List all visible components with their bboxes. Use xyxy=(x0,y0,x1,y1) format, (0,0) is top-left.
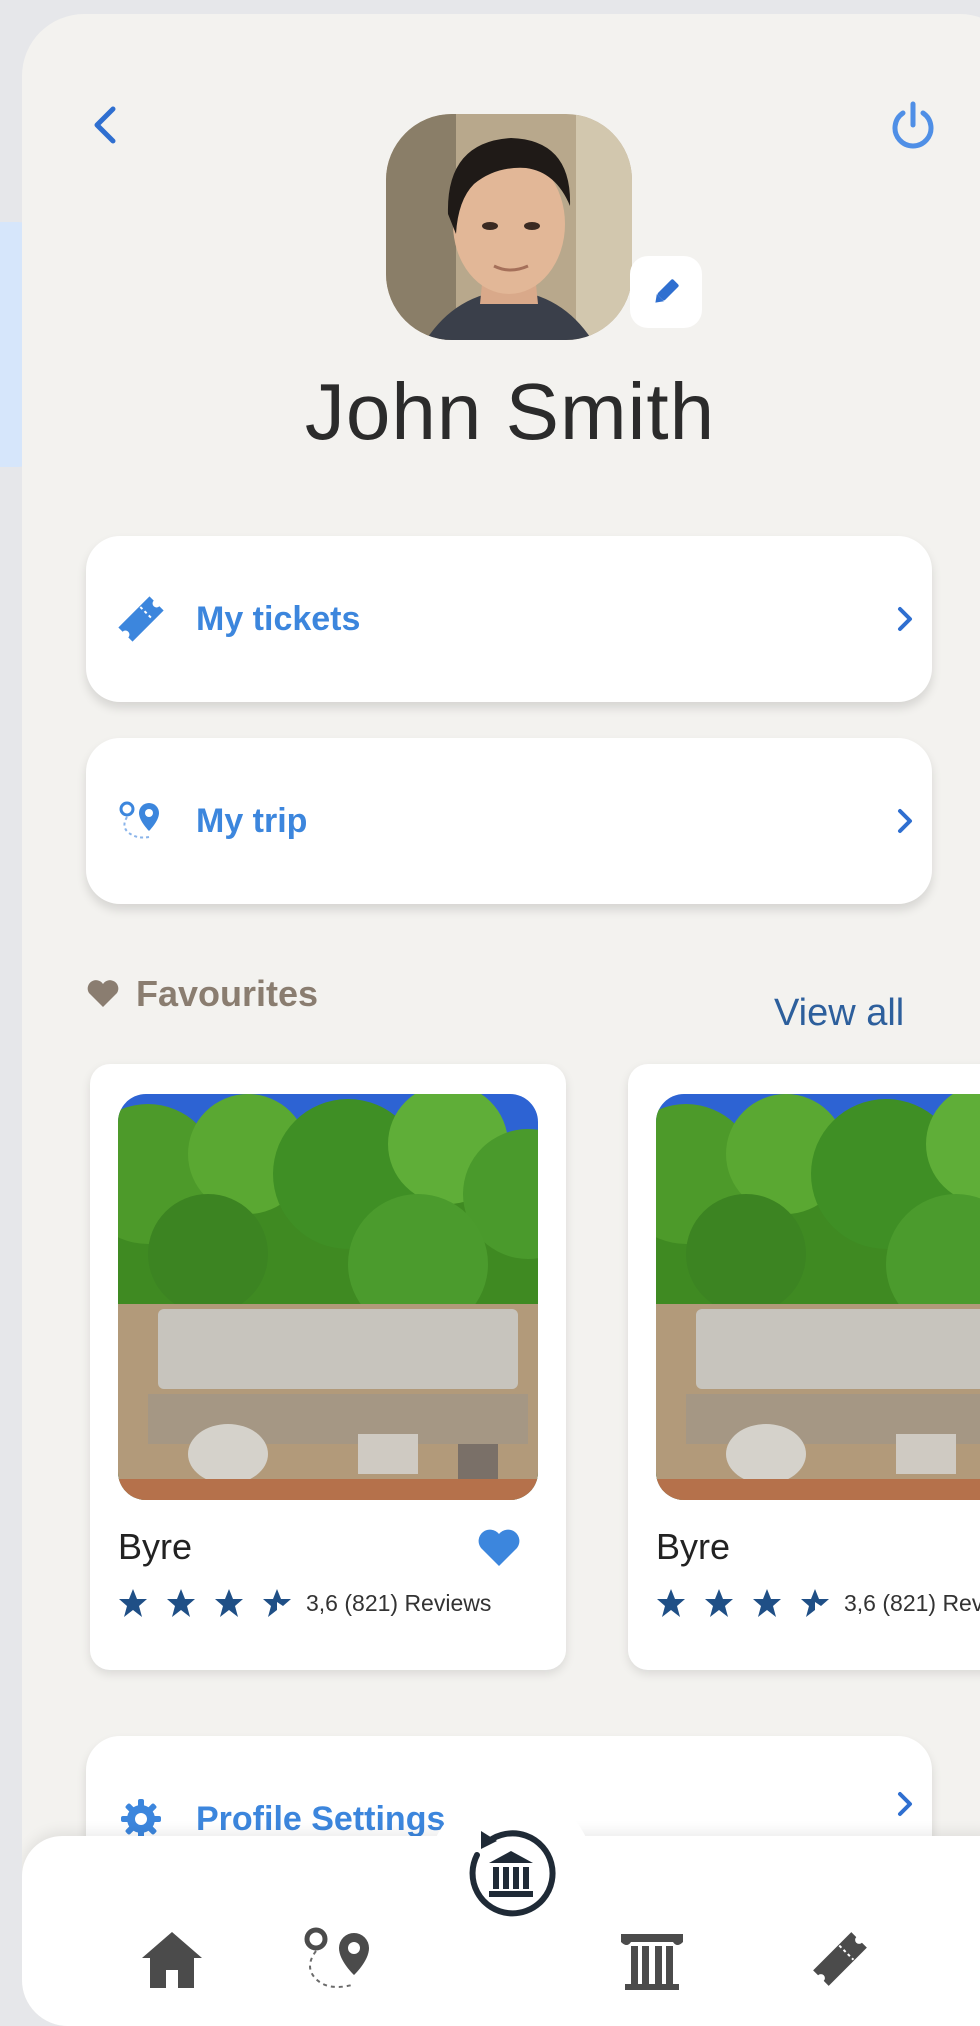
my-tickets-label: My tickets xyxy=(196,599,361,638)
rating-text: 3,6 (821) Reviews xyxy=(306,1589,492,1616)
view-all-link[interactable]: View all xyxy=(774,992,904,1035)
nav-tickets[interactable] xyxy=(790,1914,890,2004)
nav-trip[interactable] xyxy=(290,1914,390,2004)
star-icon xyxy=(705,1589,733,1617)
star-icon xyxy=(215,1589,243,1617)
chevron-right-icon xyxy=(890,801,920,841)
route-pin-icon xyxy=(108,788,174,854)
chevron-right-icon xyxy=(890,1784,920,1824)
edit-avatar-button[interactable] xyxy=(630,256,702,328)
pencil-icon xyxy=(655,279,679,303)
place-image xyxy=(118,1094,538,1500)
avatar xyxy=(386,114,632,340)
logout-button[interactable] xyxy=(880,90,946,160)
favourite-card[interactable]: Byre 3,6 (821) Reviews xyxy=(628,1064,980,1670)
column-icon xyxy=(621,1934,683,1990)
rating: 3,6 (821) Reviews xyxy=(118,1588,491,1618)
back-button[interactable] xyxy=(80,90,130,160)
star-icon xyxy=(119,1589,147,1617)
profile-settings-label: Profile Settings xyxy=(196,1799,446,1838)
chevron-left-icon xyxy=(94,106,116,144)
place-name: Byre xyxy=(118,1526,193,1567)
favourites-heading: Favourites xyxy=(86,969,318,1019)
favourites-heading-label: Favourites xyxy=(136,973,319,1014)
museum-history-icon xyxy=(469,1830,556,1917)
heart-icon[interactable] xyxy=(476,1526,522,1570)
power-icon xyxy=(892,101,934,149)
star-icon xyxy=(167,1589,195,1617)
profile-screen: John Smith My tickets My trip Favourites… xyxy=(22,14,980,2026)
star-icon xyxy=(753,1589,781,1617)
my-trip-button[interactable]: My trip xyxy=(86,738,932,904)
nav-home[interactable] xyxy=(122,1914,222,2004)
place-image xyxy=(656,1094,980,1500)
heart-icon xyxy=(87,980,119,1007)
star-icon xyxy=(657,1589,685,1617)
half-star-icon xyxy=(801,1589,829,1617)
my-tickets-button[interactable]: My tickets xyxy=(86,536,932,702)
ticket-icon xyxy=(108,586,174,652)
chevron-right-icon xyxy=(890,599,920,639)
history-museum-button[interactable] xyxy=(428,1790,594,1956)
profile-name: John Smith xyxy=(304,367,716,456)
nav-sites[interactable] xyxy=(602,1914,702,2004)
home-icon xyxy=(142,1932,202,1988)
favourite-card[interactable]: Byre 3,6 (821) Reviews xyxy=(90,1064,566,1670)
my-trip-label: My trip xyxy=(196,801,308,840)
rating: 3,6 (821) Reviews xyxy=(656,1588,980,1618)
ticket-icon xyxy=(813,1932,867,1986)
place-name: Byre xyxy=(656,1526,731,1567)
route-pin-icon xyxy=(304,1927,369,1988)
half-star-icon xyxy=(263,1589,291,1617)
rating-text: 3,6 (821) Reviews xyxy=(844,1589,980,1616)
